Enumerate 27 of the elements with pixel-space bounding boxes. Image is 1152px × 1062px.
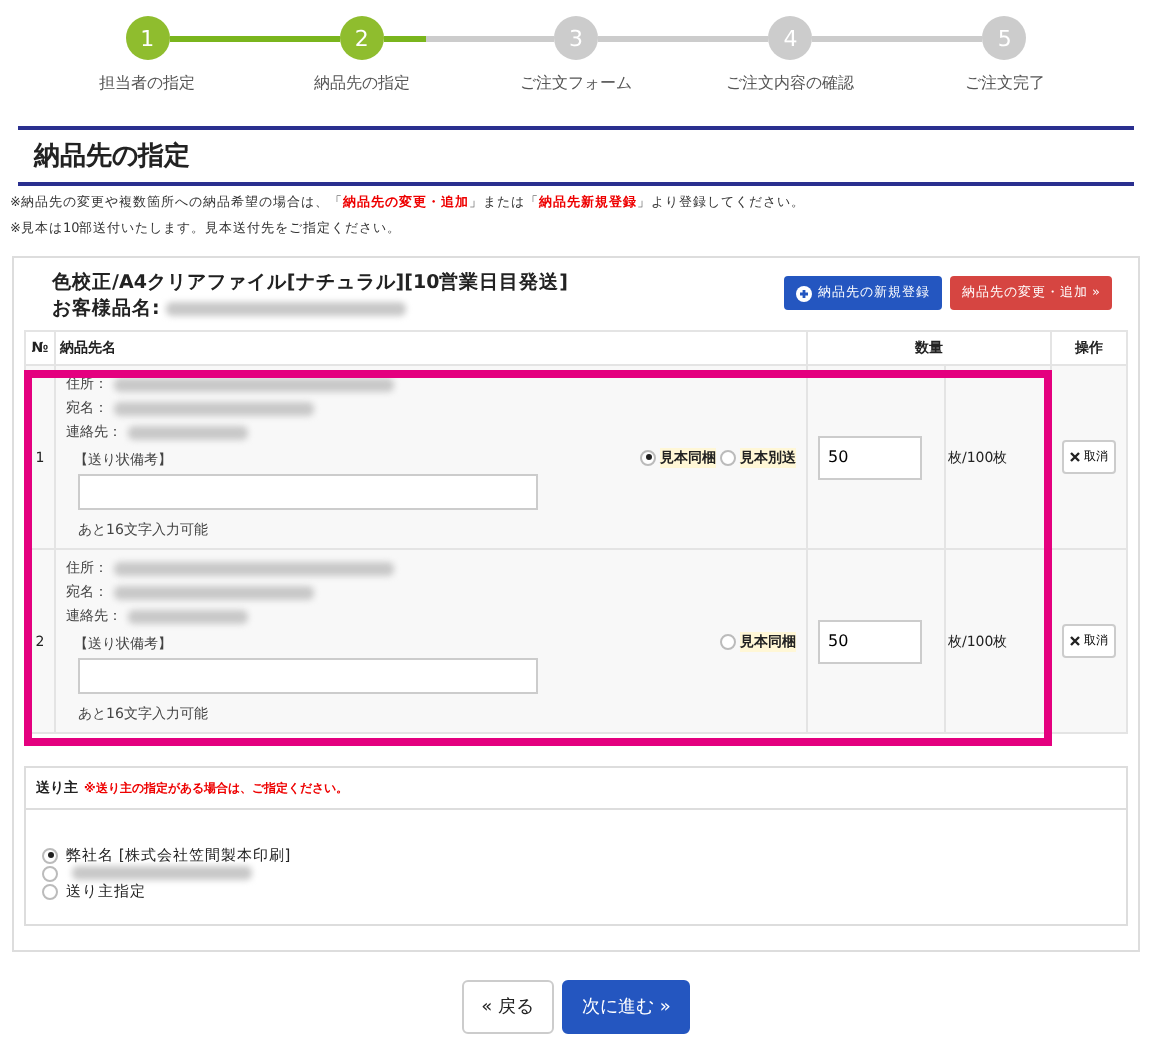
next-button[interactable]: 次に進む » <box>562 980 691 1034</box>
radio-button[interactable] <box>640 449 656 465</box>
quantity-input-field[interactable]: 50 <box>818 435 922 479</box>
close-icon <box>1070 451 1080 462</box>
close-icon <box>1070 635 1080 646</box>
memo-input-field[interactable] <box>78 474 538 510</box>
radio-button[interactable] <box>720 633 736 649</box>
radio-button[interactable] <box>42 865 58 881</box>
radio-button[interactable] <box>42 847 58 863</box>
customer-name-label: お客様品名: <box>52 296 160 322</box>
radio-button[interactable] <box>720 449 736 465</box>
step-label: 納品先の指定 <box>313 72 410 94</box>
step-label: ご注文完了 <box>964 72 1045 94</box>
step-label: ご注文フォーム <box>520 72 632 94</box>
step-label: 担当者の指定 <box>99 72 196 94</box>
plus-circle-icon <box>795 285 812 301</box>
radio-button[interactable] <box>42 883 58 899</box>
back-button[interactable]: « 戻る <box>461 980 554 1034</box>
quantity-input-field[interactable]: 50 <box>818 619 922 663</box>
step-circle: 2 <box>339 16 384 60</box>
step-circle: 1 <box>125 16 170 60</box>
redacted-text <box>128 609 248 623</box>
redacted-text <box>128 425 248 439</box>
section-heading: 納品先の指定 <box>34 139 192 174</box>
memo-input-field[interactable] <box>78 658 538 694</box>
product-title: 色校正/A4クリアファイル[ナチュラル][10営業日目発送] <box>52 270 569 296</box>
step-label: ご注文内容の確認 <box>726 72 855 94</box>
